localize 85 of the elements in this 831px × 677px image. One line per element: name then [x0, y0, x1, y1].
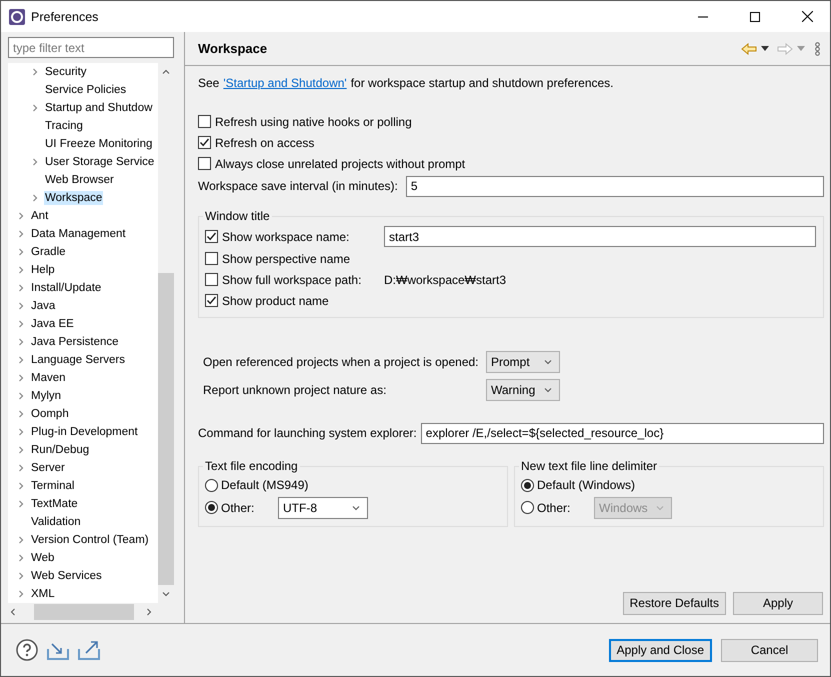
tree-item[interactable]: Tracing	[44, 119, 84, 133]
radio-button[interactable]	[205, 478, 218, 492]
tree-item[interactable]: Java EE	[30, 317, 75, 331]
workspace-path: D:₩workspace₩start3	[384, 272, 506, 286]
dropdown[interactable]: Warning	[486, 379, 560, 401]
checkbox[interactable]	[205, 230, 218, 243]
close-icon[interactable]	[802, 11, 812, 22]
caret-icon	[543, 385, 553, 395]
checkbox[interactable]	[198, 157, 211, 170]
tree-item[interactable]: Workspace	[44, 191, 104, 205]
forward-arrow-icon[interactable]	[777, 42, 793, 54]
checkbox[interactable]	[205, 273, 218, 286]
tree-item[interactable]: Web Services	[30, 569, 103, 583]
group-title: Window title	[204, 209, 271, 223]
tree-item[interactable]: Startup and Shutdow	[44, 101, 154, 115]
tree-item[interactable]: Help	[30, 263, 56, 277]
dropdown[interactable]: Prompt	[486, 351, 560, 373]
tree-item[interactable]: Security	[44, 65, 88, 79]
dialog-button[interactable]: Cancel	[721, 638, 818, 662]
more-options-icon[interactable]	[815, 42, 820, 56]
intro-text: See	[198, 76, 220, 90]
tree-item[interactable]: Java Persistence	[30, 335, 120, 349]
page-button[interactable]: Apply	[733, 592, 823, 614]
tree-item[interactable]: Java	[30, 299, 56, 313]
tree-item[interactable]: Language Servers	[30, 353, 126, 367]
tree-item[interactable]: TextMate	[30, 497, 79, 511]
field-label: Open referenced projects when a project is opened:	[203, 355, 480, 369]
radio-label[interactable]: Other:	[221, 500, 275, 514]
tree-item[interactable]: Install/Update	[30, 281, 102, 295]
field-label: Workspace save interval (in minutes):	[198, 179, 398, 193]
dropdown[interactable]: UTF-8	[278, 496, 368, 518]
tree-item[interactable]: UI Freeze Monitoring	[44, 137, 154, 151]
startup-link[interactable]: 'Startup and Shutdown'	[223, 76, 347, 90]
checkbox-label[interactable]: Show workspace name:	[222, 230, 384, 244]
page-title: Workspace	[198, 41, 268, 56]
maximize-icon[interactable]	[750, 12, 760, 22]
field-label: Report unknown project nature as:	[203, 383, 388, 397]
dialog-button[interactable]: Apply and Close	[608, 638, 712, 662]
checkbox-label[interactable]: Refresh on access	[215, 136, 314, 150]
app-icon	[9, 8, 25, 24]
caret-icon	[543, 357, 553, 367]
tree-item[interactable]: Validation	[30, 515, 82, 529]
checkbox[interactable]	[198, 136, 211, 149]
save-interval-field[interactable]: 5	[406, 176, 824, 196]
window-title: Preferences	[31, 10, 100, 24]
tree-item[interactable]: Service Policies	[44, 83, 128, 97]
tree-item[interactable]: User Storage Service	[44, 155, 156, 169]
field-label: Command for launching system explorer:	[198, 426, 417, 440]
explorer-command-field[interactable]: explorer /E,/select=${selected_resource_loc}	[420, 422, 824, 444]
tree-item[interactable]: Web	[30, 551, 56, 565]
tree-item[interactable]: Ant	[30, 209, 50, 223]
export-icon[interactable]	[78, 640, 100, 660]
tree-item[interactable]: Gradle	[30, 245, 67, 259]
tree-item[interactable]: Server	[30, 461, 66, 475]
tree-item[interactable]: Web Browser	[44, 173, 115, 187]
checkbox-label[interactable]: Show product name	[222, 294, 329, 308]
tree-item[interactable]: Mylyn	[30, 389, 62, 403]
checkbox-label[interactable]: Refresh using native hooks or polling	[215, 114, 412, 128]
workspace-name-field[interactable]: start3	[384, 226, 816, 247]
tree-item[interactable]: Plug-in Development	[30, 425, 139, 439]
radio-label[interactable]: Default (Windows)	[537, 478, 636, 492]
intro-text: for workspace startup and shutdown preferences.	[350, 76, 614, 90]
tree-item[interactable]: Version Control (Team)	[30, 533, 150, 547]
tree-item[interactable]: Terminal	[30, 479, 76, 493]
checkbox[interactable]	[205, 252, 218, 265]
help-icon[interactable]	[16, 639, 38, 661]
group-title: Text file encoding	[204, 459, 299, 473]
tree-item[interactable]: Oomph	[30, 407, 70, 421]
checkbox[interactable]	[198, 115, 211, 128]
tree-item[interactable]: Run/Debug	[30, 443, 90, 457]
radio-button[interactable]	[521, 478, 534, 492]
group-title: New text file line delimiter	[520, 459, 658, 473]
tree-item[interactable]: Maven	[30, 371, 67, 385]
tree-item[interactable]: XML	[30, 587, 56, 601]
caret-icon	[8, 607, 18, 617]
radio-label[interactable]: Default (MS949)	[221, 478, 308, 492]
page-button[interactable]: Restore Defaults	[622, 592, 726, 614]
checkbox-label[interactable]: Always close unrelated projects without prompt	[215, 156, 466, 170]
dropdown-arrow-icon[interactable]	[761, 46, 769, 51]
tree-item[interactable]: Data Management	[30, 227, 127, 241]
filter-field[interactable]: type filter text	[8, 37, 174, 58]
checkbox-label[interactable]: Show full workspace path:	[222, 272, 384, 286]
checkbox-label[interactable]: Show perspective name	[222, 252, 350, 266]
checkbox[interactable]	[205, 294, 218, 307]
radio-button[interactable]	[205, 501, 218, 514]
